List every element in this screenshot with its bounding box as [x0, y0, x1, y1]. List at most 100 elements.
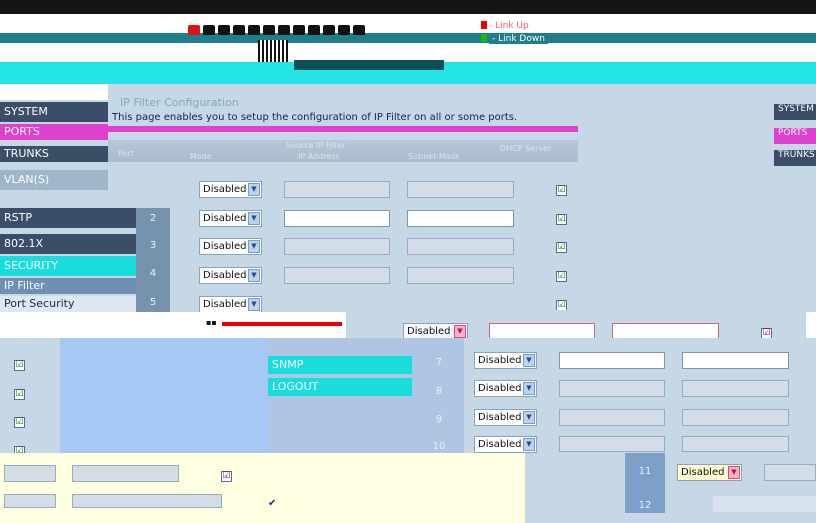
sidebar-item-ip-filter[interactable]: IP Filter [0, 278, 136, 294]
header-band [0, 33, 816, 43]
mode-value: Disabled [203, 213, 247, 224]
legend-link-down: - Link Down [489, 34, 548, 44]
led-icon [278, 25, 290, 35]
row-index: 12 [638, 500, 652, 511]
mode-select[interactable]: Disabled ▼ [474, 436, 537, 453]
mode-select[interactable]: Disabled ▼ [677, 464, 742, 481]
ip-address-field[interactable] [4, 465, 56, 482]
link-legend: - Link Up - Link Down [481, 20, 548, 46]
chevron-down-icon: ▼ [248, 269, 260, 282]
chevron-down-icon: ▼ [248, 240, 260, 253]
mode-value: Disabled [478, 383, 522, 394]
chevron-down-icon: ▼ [523, 438, 535, 451]
sidebar-item-port-security[interactable]: Port Security [0, 296, 136, 312]
header-mode: Mode [190, 152, 212, 161]
chevron-down-icon: ▼ [248, 298, 260, 311]
link-up-swatch [481, 21, 487, 29]
sidebar-item-logout[interactable]: LOGOUT [268, 378, 412, 396]
led-icon [308, 25, 320, 35]
led-icon [338, 25, 350, 35]
title-rule [108, 126, 578, 132]
dhcp-checkbox[interactable]: ☑ [556, 242, 567, 253]
mode-select[interactable]: Disabled ▼ [199, 238, 262, 255]
mode-select[interactable]: Disabled ▼ [199, 210, 262, 227]
ip-address-field[interactable] [559, 380, 665, 397]
sidebar-item-vlan[interactable]: VLAN(S) [0, 170, 108, 190]
port-leds [188, 25, 378, 39]
ip-address-field[interactable] [284, 210, 390, 227]
ip-address-field[interactable] [4, 494, 56, 508]
subnet-mask-field[interactable] [682, 409, 789, 426]
mode-value: Disabled [203, 241, 247, 252]
table-header: Port Source IP Filter Mode IP Address Su… [108, 140, 578, 162]
mode-select[interactable]: Disabled ▼ [474, 352, 537, 369]
subnet-mask-field[interactable] [682, 436, 789, 452]
row-index: 7 [435, 357, 443, 368]
header-mask: Subnet Mask [408, 152, 460, 161]
ip-address-field[interactable] [559, 352, 665, 369]
row-index: 8 [435, 386, 443, 397]
led-icon [353, 25, 365, 35]
header-dhcp: DHCP Server [500, 144, 552, 153]
subnet-mask-field[interactable] [407, 210, 514, 227]
led-icon [218, 25, 230, 35]
subnet-mask-field[interactable] [407, 238, 514, 255]
ip-address-field[interactable] [559, 409, 665, 426]
led-icon [263, 25, 275, 35]
led-icon [233, 25, 245, 35]
row-index: 9 [435, 414, 443, 425]
chevron-down-icon: ▼ [248, 212, 260, 225]
subnet-mask-field[interactable] [682, 380, 789, 397]
check-fragment: ✔ [268, 498, 277, 509]
red-line [222, 322, 342, 326]
sidebar-item-system[interactable]: SYSTEM [0, 102, 108, 122]
sidebar-item-snmp[interactable]: SNMP [268, 356, 412, 374]
led-icon [293, 25, 305, 35]
dhcp-checkbox[interactable]: ☑ [556, 185, 567, 196]
sidebar-item-trunks[interactable]: TRUNKS [0, 146, 108, 162]
header-source-ip: Source IP Filter [286, 141, 346, 150]
subnet-mask-field[interactable] [682, 352, 789, 369]
chevron-down-icon: ▼ [728, 466, 740, 479]
ip-address-field[interactable] [284, 238, 390, 255]
sidebar-item-security[interactable]: SECURITY [0, 256, 140, 276]
right-item-system[interactable]: SYSTEM [774, 104, 816, 120]
mode-value: Disabled [478, 412, 522, 423]
dhcp-checkbox[interactable]: ☑ [556, 271, 567, 282]
subnet-mask-field[interactable] [72, 465, 179, 482]
right-item-trunks[interactable]: TRUNKS [774, 150, 816, 166]
sidebar-item-ports[interactable]: PORTS [0, 124, 108, 140]
mode-select[interactable]: Disabled ▼ [199, 296, 262, 313]
mode-select[interactable]: Disabled ▼ [474, 380, 537, 397]
dhcp-checkbox[interactable]: ☑ [14, 360, 25, 371]
ip-address-field[interactable] [284, 267, 390, 284]
subnet-mask-field[interactable] [407, 181, 514, 198]
mode-value: Disabled [407, 326, 451, 337]
mode-value: Disabled [478, 439, 522, 450]
blue-block [60, 338, 268, 453]
chevron-down-icon: ▼ [248, 183, 260, 196]
mode-value: Disabled [478, 355, 522, 366]
dhcp-checkbox[interactable]: ☑ [14, 389, 25, 400]
row-index: 10 [432, 441, 446, 452]
mode-select[interactable]: Disabled ▼ [199, 181, 262, 198]
dhcp-checkbox[interactable]: ☑ [221, 471, 232, 482]
subnet-mask-field[interactable] [72, 494, 222, 508]
ip-address-field[interactable] [559, 436, 665, 452]
led-icon [203, 25, 215, 35]
mode-value: Disabled [203, 184, 247, 195]
led-icon [188, 25, 200, 35]
ip-address-field[interactable] [764, 464, 816, 481]
ip-address-field[interactable] [284, 181, 390, 198]
dhcp-checkbox[interactable]: ☑ [14, 417, 25, 428]
row-index: 5 [149, 297, 157, 308]
subnet-mask-field[interactable] [407, 267, 514, 284]
page-description: This page enables you to setup the confi… [112, 112, 518, 123]
dhcp-checkbox[interactable]: ☑ [556, 214, 567, 225]
header-port: Port [118, 149, 134, 158]
mode-select[interactable]: Disabled ▼ [474, 409, 537, 426]
legend-link-up: - Link Up [489, 21, 529, 31]
brand-logo [294, 60, 444, 70]
right-item-ports[interactable]: PORTS [774, 128, 816, 144]
mode-select[interactable]: Disabled ▼ [199, 267, 262, 284]
